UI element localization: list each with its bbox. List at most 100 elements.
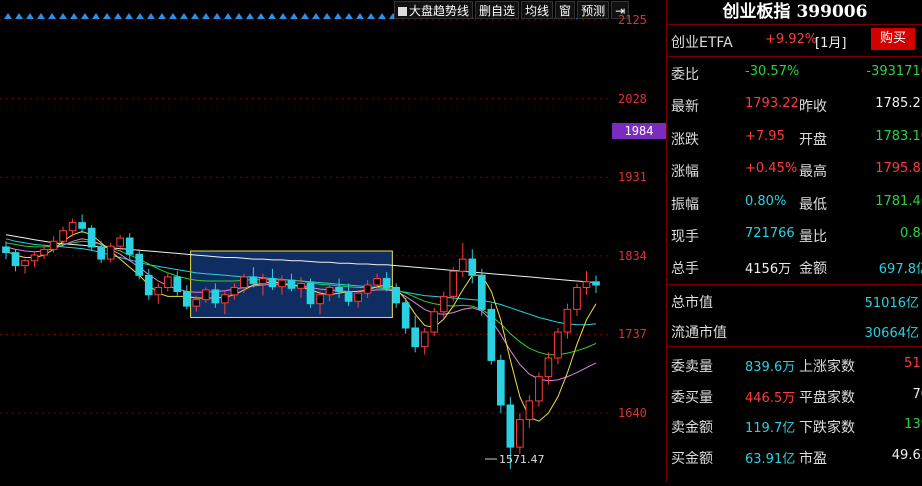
- row-label: 涨幅: [671, 164, 699, 181]
- candle[interactable]: [449, 267, 458, 302]
- candle[interactable]: [411, 315, 420, 353]
- candle[interactable]: [49, 236, 58, 253]
- candle-body: [154, 286, 163, 296]
- candle[interactable]: [87, 225, 96, 251]
- y-tick-label: 2028: [618, 91, 647, 106]
- period-marker: [92, 13, 100, 19]
- candle[interactable]: [30, 251, 39, 268]
- row-value: 0.80%: [745, 193, 787, 209]
- candle[interactable]: [592, 275, 600, 294]
- row-label: 现手: [671, 229, 699, 245]
- period-marker: [180, 13, 188, 19]
- candle[interactable]: [135, 249, 144, 280]
- row-label: 委买量: [671, 389, 713, 406]
- row-label: 最高: [799, 164, 827, 181]
- candle-body: [316, 294, 324, 305]
- candle[interactable]: [306, 278, 315, 308]
- candle-body: [335, 286, 343, 293]
- candle[interactable]: [477, 268, 486, 316]
- row-label: 总市值: [671, 295, 713, 311]
- candle[interactable]: [535, 372, 543, 407]
- quote-panel: 创业板指 399006 创业ETFA +9.92% [1月] 购买 委比 -30.…: [666, 0, 922, 482]
- window-button[interactable]: 窗: [555, 1, 576, 19]
- period-marker: [235, 13, 243, 19]
- candle[interactable]: [516, 413, 524, 454]
- etf-period: [1月]: [815, 36, 847, 51]
- candle[interactable]: [554, 328, 562, 365]
- period-marker: [224, 13, 232, 19]
- candle[interactable]: [573, 283, 581, 316]
- candle-body: [592, 281, 600, 286]
- candle-body: [106, 245, 115, 260]
- candle[interactable]: [487, 303, 496, 365]
- candle-body: [535, 376, 543, 402]
- row-value: 119.7亿: [745, 421, 796, 436]
- row-label: 市盈: [799, 450, 827, 467]
- candle[interactable]: [125, 233, 134, 260]
- candle[interactable]: [2, 241, 10, 260]
- candle[interactable]: [582, 271, 591, 295]
- row-label: 最新: [671, 99, 699, 116]
- candle[interactable]: [78, 214, 86, 234]
- row-label: 总手: [671, 261, 699, 278]
- row-label: 委卖量: [671, 359, 713, 375]
- row-value: 1785.27: [875, 96, 922, 112]
- candle-body: [563, 308, 572, 333]
- candle-body: [135, 253, 144, 276]
- row-label: 上涨家数: [799, 359, 855, 375]
- row-label: 卖金额: [671, 420, 713, 436]
- low-annotation-text: 1571.47: [499, 453, 545, 466]
- candle[interactable]: [430, 307, 439, 337]
- candle-body: [477, 274, 486, 310]
- candle-body: [68, 222, 77, 232]
- kline-svg[interactable]: 1571.47: [0, 0, 612, 482]
- candle-body: [221, 294, 229, 304]
- candle[interactable]: [21, 259, 29, 274]
- candle[interactable]: [420, 328, 429, 355]
- ma-button[interactable]: 均线: [521, 1, 554, 19]
- candle-body: [211, 289, 220, 304]
- candle[interactable]: [163, 273, 172, 292]
- y-tick-label: 2125: [618, 13, 647, 27]
- candle-body: [487, 308, 496, 361]
- etf-label[interactable]: 创业ETFA: [671, 32, 733, 52]
- candle-body: [582, 281, 591, 288]
- row-label: 最低: [799, 196, 827, 213]
- candle[interactable]: [154, 283, 163, 304]
- candle-body: [468, 258, 477, 276]
- candle-body: [116, 237, 125, 247]
- candle-body: [278, 279, 286, 288]
- period-marker: [246, 13, 254, 19]
- candle[interactable]: [144, 268, 153, 300]
- candle-body: [173, 276, 182, 293]
- row-value: +7.95: [745, 128, 785, 144]
- period-marker: [70, 13, 78, 19]
- delete-watchlist-button[interactable]: 删自选: [475, 1, 520, 19]
- candle[interactable]: [11, 249, 20, 272]
- buy-button[interactable]: 购买: [871, 28, 915, 50]
- candle[interactable]: [182, 285, 191, 310]
- candle-body: [192, 299, 201, 307]
- period-marker: [334, 13, 342, 19]
- row-label: 昨收: [799, 99, 827, 116]
- candle[interactable]: [525, 395, 534, 428]
- period-marker: [378, 13, 386, 19]
- row-label: 振幅: [671, 196, 699, 213]
- candle-body: [287, 279, 296, 289]
- candle[interactable]: [106, 242, 115, 263]
- candle-body: [382, 278, 391, 288]
- candle[interactable]: [401, 298, 410, 334]
- low-annotation: 1571.47: [485, 453, 545, 466]
- divider: [667, 284, 922, 285]
- forecast-button[interactable]: 预测: [577, 1, 610, 19]
- candle[interactable]: [563, 303, 572, 339]
- candle[interactable]: [392, 283, 400, 308]
- period-marker: [301, 13, 309, 19]
- kline-chart[interactable]: 1571.47 大盘趋势线 删自选 均线 窗 预测 ⇥: [0, 0, 630, 482]
- row-value: +0.45%: [745, 161, 798, 177]
- row-value: 446.5万: [745, 390, 796, 406]
- candle[interactable]: [59, 226, 67, 245]
- candle[interactable]: [497, 354, 505, 414]
- candle-body: [268, 278, 277, 288]
- trend-line-toggle[interactable]: 大盘趋势线: [394, 1, 474, 19]
